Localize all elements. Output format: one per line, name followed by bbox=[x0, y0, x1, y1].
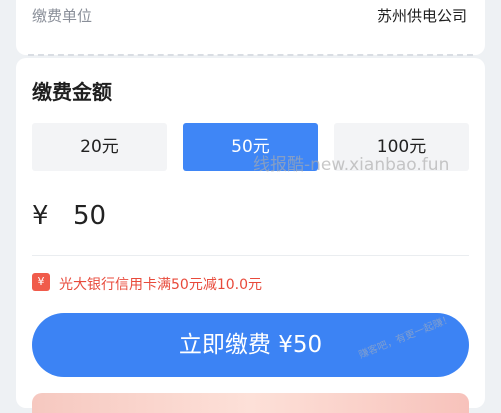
payee-label: 缴费单位 bbox=[32, 7, 93, 25]
amount-input-underline bbox=[32, 255, 469, 256]
watermark-text: 线报酷-new.xianbao.fun bbox=[253, 155, 450, 175]
currency-symbol: ¥ bbox=[32, 201, 49, 231]
amount-option-20[interactable]: 20元 bbox=[32, 123, 167, 171]
payee-value: 苏州供电公司 bbox=[376, 7, 467, 25]
amount-input[interactable]: 50 bbox=[73, 201, 273, 231]
amount-section-title: 缴费金额 bbox=[32, 80, 112, 104]
promo-text[interactable]: 光大银行信用卡满50元减10.0元 bbox=[59, 274, 262, 294]
coupon-icon: ¥ bbox=[32, 273, 50, 291]
promo-banner[interactable] bbox=[32, 393, 469, 413]
pay-now-button[interactable]: 立即缴费 ¥50 bbox=[32, 313, 469, 377]
dashed-divider bbox=[28, 54, 473, 56]
